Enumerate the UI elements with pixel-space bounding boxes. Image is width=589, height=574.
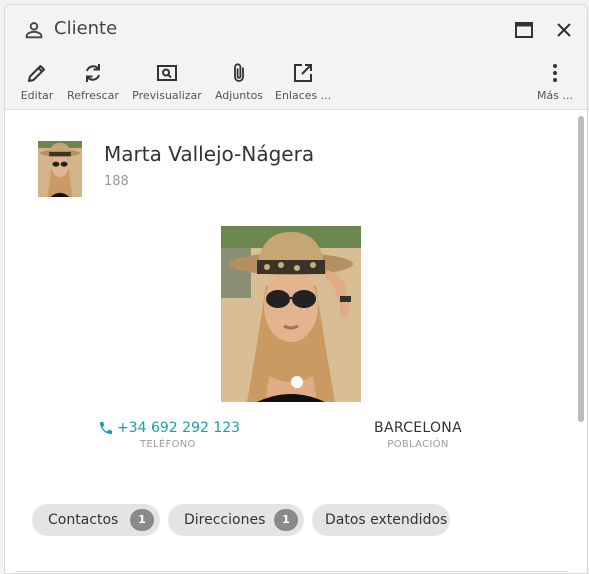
- edit-button[interactable]: Editar: [17, 61, 57, 107]
- record-content: Marta Vallejo-Nágera 188 +34 692 292 123…: [5, 110, 587, 573]
- tab-contacts-count: 1: [130, 509, 154, 531]
- pencil-icon: [28, 65, 45, 82]
- preview-icon: [157, 65, 177, 81]
- preview-label: Previsualizar: [132, 89, 202, 102]
- client-window: Cliente Editar Refrescar Previsualizar A…: [4, 4, 588, 574]
- customer-code: 188: [104, 174, 129, 189]
- more-button[interactable]: Más ...: [535, 61, 575, 107]
- person-icon: [23, 19, 45, 41]
- external-link-icon: [294, 64, 312, 82]
- window-title: Cliente: [54, 18, 118, 39]
- tab-contacts-label: Contactos: [48, 512, 119, 528]
- phone-field: +34 692 292 123 TELÉFONO: [98, 420, 248, 450]
- tab-addresses-label: Direcciones: [184, 512, 266, 528]
- customer-name: Marta Vallejo-Nágera: [104, 142, 315, 166]
- tab-addresses[interactable]: Direcciones 1: [168, 504, 304, 536]
- attachments-label: Adjuntos: [214, 89, 264, 102]
- tab-extended-data[interactable]: Datos extendidos: [312, 504, 450, 536]
- refresh-label: Refrescar: [67, 89, 119, 102]
- preview-button[interactable]: Previsualizar: [129, 61, 205, 107]
- links-label: Enlaces ...: [275, 89, 332, 102]
- toolbar: Editar Refrescar Previsualizar Adjuntos …: [5, 53, 587, 110]
- city-value: BARCELONA: [374, 420, 462, 436]
- city-label: POBLACIÓN: [387, 439, 449, 450]
- tab-contacts[interactable]: Contactos 1: [32, 504, 160, 536]
- title-bar: Cliente: [5, 5, 587, 53]
- more-label: Más ...: [537, 89, 573, 102]
- attachments-button[interactable]: Adjuntos: [213, 61, 265, 107]
- refresh-icon: [86, 64, 100, 82]
- close-button[interactable]: [553, 19, 575, 41]
- city-field: BARCELONA POBLACIÓN: [373, 420, 463, 450]
- tab-addresses-count: 1: [274, 509, 298, 531]
- edit-label: Editar: [20, 89, 54, 102]
- customer-photo[interactable]: [221, 226, 361, 402]
- vertical-scrollbar[interactable]: [578, 116, 584, 422]
- tab-extended-data-label: Datos extendidos: [325, 512, 448, 528]
- more-vertical-icon: [553, 64, 557, 82]
- phone-value[interactable]: +34 692 292 123: [117, 420, 240, 436]
- phone-label: TELÉFONO: [140, 439, 196, 450]
- avatar[interactable]: [38, 141, 82, 197]
- carousel-indicator[interactable]: [291, 376, 303, 388]
- maximize-button[interactable]: [513, 19, 535, 41]
- refresh-button[interactable]: Refrescar: [65, 61, 121, 107]
- paperclip-icon: [234, 63, 244, 82]
- phone-icon: [100, 422, 112, 434]
- links-button[interactable]: Enlaces ...: [275, 61, 331, 107]
